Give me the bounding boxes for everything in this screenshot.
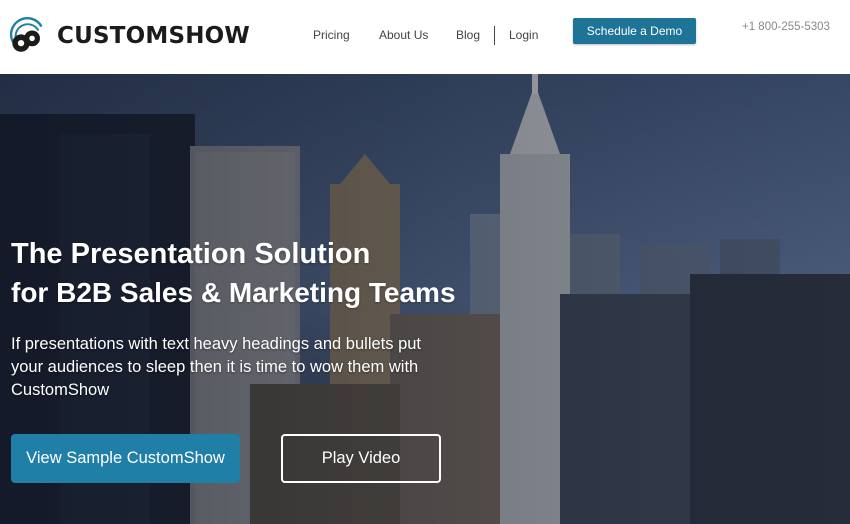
nav-pricing[interactable]: Pricing [313,28,350,42]
logo-icon [10,17,43,52]
brand-name: CUSTOMSHOW [57,23,250,49]
hero-description: If presentations with text heavy heading… [11,335,422,399]
nav-login[interactable]: Login [509,28,538,42]
phone-number[interactable]: +1 800-255-5303 [742,21,830,33]
site-header: CUSTOMSHOW Pricing About Us Blog Login S… [0,0,850,74]
brand-logo[interactable]: CUSTOMSHOW [10,14,250,58]
play-video-button[interactable]: Play Video [281,434,441,483]
schedule-demo-button[interactable]: Schedule a Demo [573,18,696,44]
nav-divider [494,26,495,45]
view-sample-button[interactable]: View Sample CustomShow [11,434,240,483]
nav-blog[interactable]: Blog [456,28,480,42]
hero-title: The Presentation Solution [11,238,371,270]
hero-section: The Presentation Solution for B2B Sales … [0,74,850,524]
nav-about-us[interactable]: About Us [379,28,428,42]
hero-subtitle: for B2B Sales & Marketing Teams [11,277,456,308]
